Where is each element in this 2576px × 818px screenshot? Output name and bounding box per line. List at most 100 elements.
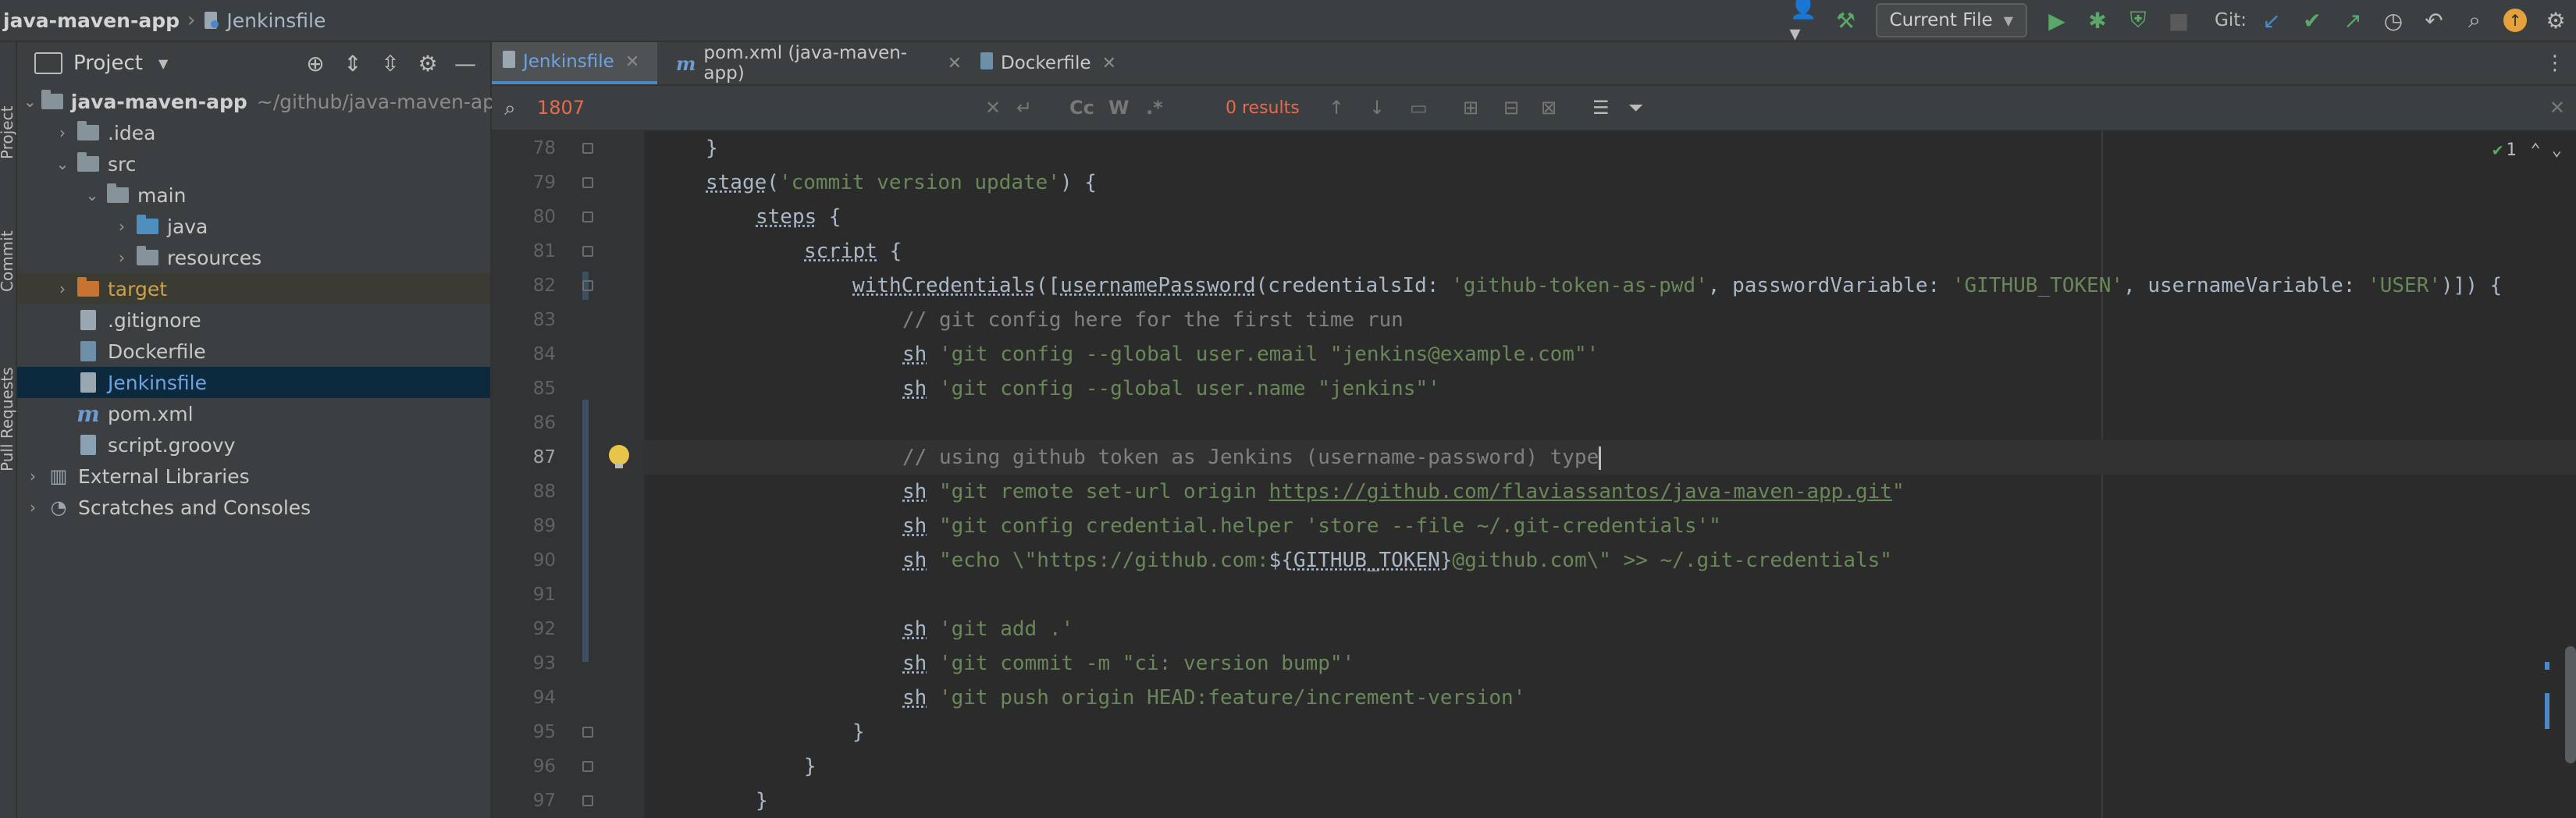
fold-marker-icon[interactable] bbox=[582, 246, 593, 257]
settings-gear-icon[interactable]: ⚙ bbox=[2540, 5, 2571, 36]
tab-jenkinsfile[interactable]: Jenkinsfile ✕ bbox=[492, 42, 657, 84]
chevron-right-icon[interactable]: › bbox=[23, 467, 42, 485]
line-number[interactable]: 87 bbox=[492, 440, 556, 475]
build-hammer-icon[interactable]: ⚒ bbox=[1831, 5, 1862, 36]
history-icon[interactable]: ◷ bbox=[2378, 5, 2409, 36]
chevron-down-icon[interactable]: ⌄ bbox=[83, 186, 101, 204]
line-number[interactable]: 91 bbox=[492, 578, 556, 612]
line-number[interactable]: 79 bbox=[492, 165, 556, 200]
tree-item-jenkinsfile[interactable]: Jenkinsfile bbox=[17, 367, 490, 398]
fold-marker-icon[interactable] bbox=[582, 795, 593, 806]
line-number[interactable]: 83 bbox=[492, 303, 556, 337]
tree-item-root[interactable]: ⌄ java-maven-app ~/github/java-maven-app bbox=[17, 86, 507, 117]
line-number[interactable]: 80 bbox=[492, 200, 556, 234]
code-line-92[interactable]: sh 'git add .' bbox=[902, 612, 1073, 646]
run-configuration-select[interactable]: Current File ▼ bbox=[1875, 3, 2028, 37]
remove-occurrence-icon[interactable]: ⊟ bbox=[1503, 86, 1519, 130]
line-number[interactable]: 96 bbox=[492, 749, 556, 784]
close-icon[interactable]: ✕ bbox=[625, 52, 639, 72]
chevron-right-icon[interactable]: › bbox=[112, 217, 131, 236]
fold-marker-icon[interactable] bbox=[582, 727, 593, 738]
tree-item-src[interactable]: ⌄ src bbox=[17, 148, 490, 180]
update-available-icon[interactable]: ↑ bbox=[2500, 5, 2531, 36]
code-line-84[interactable]: sh 'git config --global user.email "jenk… bbox=[902, 337, 1599, 372]
line-number[interactable]: 78 bbox=[492, 131, 556, 165]
code-url-link[interactable]: https://github.com/flaviassantos/java-ma… bbox=[1269, 480, 1892, 503]
filter-options-icon[interactable]: ☰ bbox=[1592, 86, 1610, 130]
add-occurrence-icon[interactable]: ⊞ bbox=[1463, 86, 1478, 130]
inspection-widget[interactable]: ✔ 1 ⌃ ⌄ bbox=[2492, 139, 2562, 161]
next-problem-icon[interactable]: ⌄ bbox=[2552, 140, 2562, 160]
fold-marker-icon[interactable] bbox=[582, 143, 593, 154]
tree-item-resources[interactable]: › resources bbox=[17, 242, 490, 273]
debug-icon[interactable]: ✱ bbox=[2082, 5, 2113, 36]
tree-item-pom[interactable]: m pom.xml bbox=[17, 398, 490, 429]
breadcrumb-file[interactable]: Jenkinsfile bbox=[226, 9, 326, 32]
tree-item-idea[interactable]: › .idea bbox=[17, 117, 490, 148]
chevron-down-icon[interactable]: ⌄ bbox=[53, 155, 72, 173]
coverage-icon[interactable]: ⛨ bbox=[2122, 5, 2154, 36]
close-icon[interactable]: ✕ bbox=[1102, 54, 1116, 73]
code-line-82[interactable]: withCredentials([usernamePassword(creden… bbox=[852, 269, 2502, 303]
more-tabs-icon[interactable]: ⋮ bbox=[2545, 52, 2565, 75]
git-update-icon[interactable]: ↙ bbox=[2256, 5, 2287, 36]
line-number[interactable]: 90 bbox=[492, 543, 556, 578]
tree-item-target[interactable]: › target bbox=[17, 273, 490, 304]
stop-icon[interactable]: ■ bbox=[2163, 5, 2194, 36]
line-number[interactable]: 95 bbox=[492, 715, 556, 749]
git-push-icon[interactable]: ↗ bbox=[2337, 5, 2368, 36]
code-line-97[interactable]: } bbox=[756, 784, 768, 818]
stripe-project-tab[interactable]: Project bbox=[0, 50, 16, 159]
line-number[interactable]: 84 bbox=[492, 337, 556, 372]
vertical-scrollbar[interactable] bbox=[2565, 646, 2576, 763]
tree-item-scratches[interactable]: › ◔ Scratches and Consoles bbox=[17, 492, 490, 523]
rollback-icon[interactable]: ↶ bbox=[2418, 5, 2450, 36]
search-icon[interactable]: ⌕ bbox=[504, 97, 516, 121]
line-number[interactable]: 85 bbox=[492, 372, 556, 406]
line-number[interactable]: 81 bbox=[492, 234, 556, 269]
line-number[interactable]: 82 bbox=[492, 269, 556, 303]
code-line-80[interactable]: steps { bbox=[756, 200, 841, 234]
code-editor[interactable]: ✔ 1 ⌃ ⌄ } stage('commit version update')… bbox=[645, 131, 2576, 818]
filter-icon[interactable]: ⏷ bbox=[1628, 86, 1643, 130]
regex-toggle[interactable]: .* bbox=[1146, 86, 1163, 130]
whole-words-toggle[interactable]: W bbox=[1108, 86, 1129, 130]
fold-marker-icon[interactable] bbox=[582, 761, 593, 772]
previous-problem-icon[interactable]: ⌃ bbox=[2531, 140, 2541, 160]
clear-search-icon[interactable]: ✕ bbox=[985, 86, 1001, 130]
fold-marker-icon[interactable] bbox=[582, 212, 593, 222]
search-input[interactable]: 1807 bbox=[537, 86, 585, 130]
code-line-78[interactable]: } bbox=[706, 131, 718, 165]
code-line-87[interactable]: // using github token as Jenkins (userna… bbox=[645, 440, 2576, 475]
git-commit-icon[interactable]: ✔ bbox=[2297, 5, 2328, 36]
line-number[interactable]: 93 bbox=[492, 646, 556, 681]
fold-marker-icon[interactable] bbox=[582, 177, 593, 188]
gear-icon[interactable]: ⚙ bbox=[414, 51, 442, 76]
locate-file-icon[interactable]: ⊕ bbox=[301, 51, 329, 76]
chevron-right-icon[interactable]: › bbox=[53, 279, 72, 298]
code-line-83[interactable]: // git config here for the first time ru… bbox=[902, 303, 1404, 337]
code-line-88[interactable]: sh "git remote set-url origin https://gi… bbox=[902, 475, 1905, 509]
chevron-right-icon[interactable]: › bbox=[23, 498, 42, 517]
lightbulb-icon[interactable] bbox=[609, 445, 629, 468]
collapse-all-icon[interactable]: ⇳ bbox=[376, 51, 404, 76]
expand-all-icon[interactable]: ⇕ bbox=[339, 51, 367, 76]
tree-item-main[interactable]: ⌄ main bbox=[17, 180, 490, 211]
line-number[interactable]: 86 bbox=[492, 406, 556, 440]
scroll-marker[interactable] bbox=[2545, 662, 2549, 670]
code-line-89[interactable]: sh "git config credential.helper 'store … bbox=[902, 509, 1721, 543]
previous-occurrence-icon[interactable]: ↑ bbox=[1329, 86, 1344, 130]
close-find-icon[interactable]: ✕ bbox=[2549, 86, 2565, 130]
select-all-occurrences-icon[interactable]: ⊠ bbox=[1541, 86, 1557, 130]
fold-marker-icon[interactable] bbox=[582, 280, 593, 291]
code-line-96[interactable]: } bbox=[804, 749, 817, 784]
line-number[interactable]: 89 bbox=[492, 509, 556, 543]
code-line-81[interactable]: script { bbox=[804, 234, 902, 269]
line-number[interactable]: 88 bbox=[492, 475, 556, 509]
stripe-commit-tab[interactable]: Commit bbox=[0, 175, 16, 292]
run-icon[interactable]: ▶ bbox=[2041, 5, 2073, 36]
code-line-94[interactable]: sh 'git push origin HEAD:feature/increme… bbox=[902, 681, 1525, 715]
tree-item-java[interactable]: › java bbox=[17, 211, 490, 242]
close-icon[interactable]: ✕ bbox=[948, 54, 962, 73]
change-marker[interactable] bbox=[582, 400, 589, 662]
